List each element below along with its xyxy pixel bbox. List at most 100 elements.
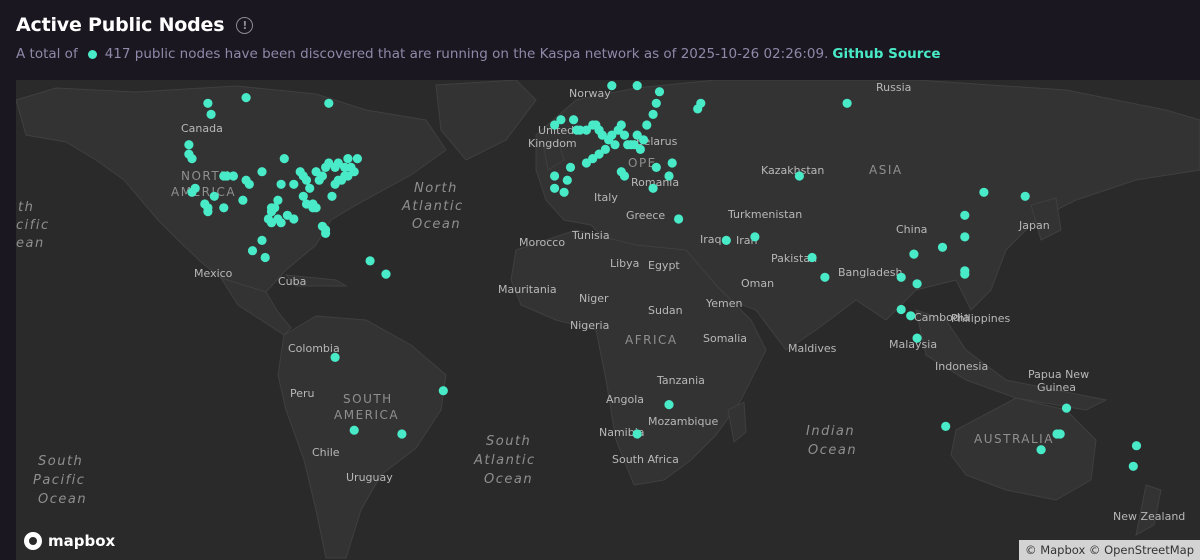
node-marker[interactable] (276, 179, 286, 189)
node-marker[interactable] (556, 115, 566, 125)
node-marker[interactable] (289, 179, 299, 189)
node-marker[interactable] (651, 162, 661, 172)
node-marker[interactable] (279, 154, 289, 164)
node-marker[interactable] (619, 130, 630, 140)
node-marker[interactable] (648, 109, 658, 119)
node-marker[interactable] (1061, 403, 1072, 413)
node-marker[interactable] (1131, 441, 1142, 451)
node-marker[interactable] (607, 81, 617, 91)
node-marker[interactable] (282, 210, 292, 220)
node-marker[interactable] (667, 158, 677, 168)
node-marker[interactable] (550, 171, 560, 181)
node-marker[interactable] (187, 187, 197, 197)
node-marker[interactable] (295, 167, 305, 177)
node-marker[interactable] (906, 311, 916, 321)
node-marker[interactable] (979, 187, 989, 197)
node-marker[interactable] (960, 266, 970, 276)
node-marker[interactable] (266, 207, 277, 217)
node-marker[interactable] (276, 218, 286, 228)
node-marker[interactable] (203, 98, 213, 108)
node-marker[interactable] (203, 207, 213, 217)
node-marker[interactable] (635, 144, 646, 154)
node-marker[interactable] (321, 225, 331, 235)
node-marker[interactable] (632, 81, 642, 91)
node-marker[interactable] (937, 242, 948, 252)
node-marker[interactable] (241, 93, 251, 103)
node-marker[interactable] (365, 256, 375, 266)
node-marker[interactable] (257, 235, 267, 245)
node-marker[interactable] (559, 187, 569, 197)
node-marker[interactable] (912, 279, 922, 289)
node-marker[interactable] (317, 171, 327, 181)
map-canvas[interactable]: Russia Norway Canada NORTH AMERICA Unite… (16, 80, 1200, 560)
node-marker[interactable] (187, 154, 197, 164)
node-marker[interactable] (352, 154, 362, 164)
mapbox-logo[interactable]: mapbox (24, 532, 115, 550)
github-source-link[interactable]: Github Source (832, 46, 940, 62)
node-marker[interactable] (1036, 445, 1046, 455)
node-marker[interactable] (654, 87, 665, 97)
node-marker[interactable] (209, 191, 219, 201)
node-marker[interactable] (257, 167, 267, 177)
node-marker[interactable] (184, 140, 194, 150)
node-marker[interactable] (896, 272, 906, 282)
node-marker[interactable] (305, 183, 315, 193)
node-marker[interactable] (807, 252, 817, 263)
node-marker[interactable] (941, 421, 951, 431)
node-marker[interactable] (664, 171, 674, 181)
node-marker[interactable] (632, 130, 642, 140)
node-marker[interactable] (610, 140, 620, 150)
node-marker[interactable] (273, 195, 283, 205)
node-marker[interactable] (896, 304, 906, 315)
node-marker[interactable] (266, 218, 277, 228)
node-marker[interactable] (642, 120, 652, 130)
node-marker[interactable] (301, 175, 312, 185)
node-marker[interactable] (632, 429, 642, 439)
node-marker[interactable] (324, 98, 334, 108)
map-attribution[interactable]: © Mapbox © OpenStreetMap (1019, 540, 1200, 560)
node-marker[interactable] (206, 109, 216, 119)
node-marker[interactable] (820, 272, 830, 282)
node-marker[interactable] (238, 195, 248, 205)
node-marker[interactable] (842, 98, 852, 108)
node-marker[interactable] (960, 232, 970, 242)
node-marker[interactable] (330, 162, 340, 172)
node-marker[interactable] (794, 171, 805, 181)
node-marker[interactable] (340, 162, 350, 172)
node-marker[interactable] (696, 98, 706, 108)
node-marker[interactable] (750, 232, 760, 242)
node-marker[interactable] (1128, 461, 1138, 471)
node-marker[interactable] (581, 158, 592, 168)
node-marker[interactable] (244, 179, 254, 189)
node-marker[interactable] (674, 214, 684, 224)
node-marker[interactable] (247, 246, 258, 256)
node-marker[interactable] (222, 171, 232, 181)
node-marker[interactable] (343, 154, 353, 164)
node-marker[interactable] (1052, 429, 1062, 439)
node-marker[interactable] (397, 429, 407, 439)
node-marker[interactable] (565, 162, 576, 172)
node-marker[interactable] (569, 115, 579, 125)
node-marker[interactable] (381, 269, 391, 279)
node-marker[interactable] (301, 199, 312, 209)
node-marker[interactable] (721, 235, 731, 245)
info-icon[interactable]: ! (236, 16, 254, 34)
node-marker[interactable] (311, 203, 321, 213)
node-marker[interactable] (438, 386, 448, 396)
node-marker[interactable] (616, 120, 626, 130)
node-marker[interactable] (321, 162, 331, 172)
node-marker[interactable] (909, 249, 919, 259)
node-marker[interactable] (960, 210, 970, 220)
node-marker[interactable] (330, 352, 340, 362)
node-marker[interactable] (260, 252, 270, 263)
node-marker[interactable] (550, 183, 560, 193)
node-marker[interactable] (327, 191, 337, 201)
node-marker[interactable] (664, 400, 674, 410)
node-marker[interactable] (912, 333, 922, 343)
node-marker[interactable] (562, 175, 572, 185)
node-marker[interactable] (619, 171, 630, 181)
node-marker[interactable] (648, 183, 658, 193)
node-marker[interactable] (349, 425, 359, 435)
node-marker[interactable] (651, 98, 661, 108)
node-marker[interactable] (1020, 191, 1030, 201)
